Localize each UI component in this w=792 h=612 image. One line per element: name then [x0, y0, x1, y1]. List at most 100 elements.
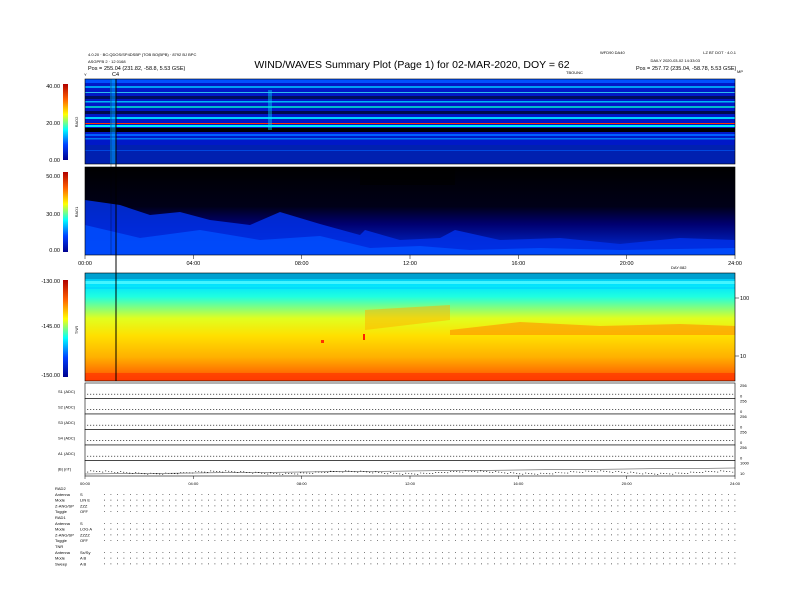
line-panel-right-tick-bottom: 10	[740, 471, 745, 476]
tnr-tick-top: -130.00	[41, 279, 60, 285]
lower-axis-tick-label: 16:00	[513, 481, 524, 486]
rad2-tick-bottom: 0.00	[49, 158, 60, 164]
line-panel-frame	[84, 444, 736, 461]
tnr-colorbar	[63, 280, 68, 377]
lower-axis-tick-label: 08:00	[297, 481, 308, 486]
footer-row-label: Antenna	[55, 521, 71, 526]
line-panel-frame	[84, 382, 736, 399]
upper-axis-tick-label: 20:00	[620, 261, 634, 267]
tnr-tick-mid: -145.00	[41, 324, 60, 330]
footer-row-value: OFF	[80, 538, 89, 543]
tbounc-label: TBOUNC	[566, 70, 583, 75]
line-panel-right-tick-top: 256	[740, 445, 747, 450]
rad1-colorbar	[63, 172, 68, 252]
rad1-tick-mid: 30.00	[46, 212, 60, 218]
rad1-label: RAD1	[74, 206, 79, 217]
footer-row-value: S	[80, 521, 83, 526]
line-panel-frame	[84, 460, 736, 477]
header-right-line1: LZ BT DOT · 4.0.1	[703, 50, 737, 55]
line-panel-label: A1 (ADC)	[58, 451, 76, 456]
rad2-tick-top: 40.00	[46, 84, 60, 90]
footer-row-value: A B	[80, 556, 87, 561]
summary-plot: WIND/WAVES Summary Plot (Page 1) for 02-…	[41, 50, 750, 566]
footer-section-title: RAD2	[55, 486, 66, 491]
line-panel: S1 (ADC)2560	[58, 382, 747, 399]
lower-time-axis: 00:00 04:00 08:00 12:00 16:00 20:00 24:00	[80, 476, 741, 486]
header-left-pos-label: Pos =	[88, 66, 102, 72]
marker-label: C4	[112, 72, 119, 78]
line-panel-frame	[84, 398, 736, 415]
footer-row-value: S	[80, 492, 83, 497]
upper-axis-tick-label: 00:00	[78, 261, 92, 267]
summary-plot-page: WIND/WAVES Summary Plot (Page 1) for 02-…	[0, 0, 792, 612]
rad2-colorbar	[63, 84, 68, 160]
line-panel: A1 (ADC)2560	[58, 444, 747, 461]
line-panel-label: S3 (ADC)	[58, 420, 76, 425]
line-panel-frame	[84, 429, 736, 446]
line-panel: |B| (nT) 1000 10	[58, 460, 750, 477]
rad2-tick-mid: 20.00	[46, 121, 60, 127]
footer-row-label: Z-ANG/SP	[55, 503, 74, 508]
line-panel-label: |B| (nT)	[58, 466, 72, 471]
tnr-panel: -130.00 -145.00 -150.00 TNR 100 10	[41, 272, 749, 382]
header-right-pos-value: 257.72 (235.04, -58.78, 5.53 GSE)	[652, 66, 737, 72]
tnr-label: TNR	[74, 326, 79, 334]
footer-row-label: Sweep	[55, 561, 68, 566]
footer-row-label: Z-ANG/SP	[55, 532, 74, 537]
day-note: DAY:082	[671, 265, 687, 270]
footer-row-label: Toggle	[55, 509, 68, 514]
rad2-panel: 40.00 20.00 0.00 RAD2	[46, 78, 736, 165]
footer-row-value: LOG A	[80, 527, 92, 532]
line-panel-right-tick-top: 256	[740, 399, 747, 404]
footer-row-label: Mode	[55, 556, 66, 561]
rad1-tick-top: 50.00	[46, 174, 60, 180]
footer-row-value: ZZZZ	[80, 532, 90, 537]
footer-row-value: LIN E	[80, 498, 90, 503]
lower-axis-tick-label: 20:00	[622, 481, 633, 486]
upper-time-axis: 00:00 04:00 08:00 12:00 16:00 20:00 24:00 DAY:…	[78, 255, 742, 270]
footer-table: RAD2Antenna SMode LIN EZ-ANG/SP ZZZToggle OF…	[55, 486, 736, 566]
lower-axis-tick-label: 12:00	[405, 481, 416, 486]
upper-axis-tick-label: 04:00	[186, 261, 200, 267]
line-panel: S2 (ADC)2560	[58, 398, 747, 415]
footer-row-value: OFF	[80, 509, 89, 514]
footer-row-label: Antenna	[55, 550, 71, 555]
upper-axis-tick-label: 12:00	[403, 261, 417, 267]
tnr-right-tick-100: 100	[740, 296, 749, 302]
footer-row-value: ZZZ	[80, 503, 88, 508]
corner-y-label: Y	[84, 72, 87, 77]
footer-row-label: Mode	[55, 498, 66, 503]
footer-row-value: A B	[80, 561, 87, 566]
tnr-tick-bottom: -150.00	[41, 373, 60, 379]
lower-axis-tick-label: 00:00	[80, 481, 91, 486]
header-right-line2: DAILY 2020-03-02 14:33:03	[651, 58, 701, 63]
line-panel-label: S4 (ADC)	[58, 435, 76, 440]
line-panel: S4 (ADC)2560	[58, 429, 747, 446]
footer-row-value: Sx/Sy	[80, 550, 90, 555]
corner-mp-label: MP	[737, 69, 743, 74]
line-panel-right-tick-top: 256	[740, 383, 747, 388]
rad2-label: RAD2	[74, 116, 79, 127]
line-panel-right-tick-top: 256	[740, 414, 747, 419]
rad1-tick-bottom: 0.00	[49, 248, 60, 254]
header-left-line1: 4.0.20 · BC:QDOS/SP4DSBP (TOB BO(BPB) · …	[88, 52, 196, 57]
upper-axis-tick-label: 24:00	[728, 261, 742, 267]
line-panels: S1 (ADC)2560S2 (ADC)2560S3 (ADC)2560S4 (…	[58, 382, 750, 477]
upper-axis-tick-label: 16:00	[511, 261, 525, 267]
footer-row-label: Antenna	[55, 492, 71, 497]
line-panel-right-tick-top: 1000	[740, 461, 750, 466]
header-center-small: WFD90 DA40	[600, 50, 625, 55]
upper-axis-tick-label: 08:00	[295, 261, 309, 267]
line-panel-label: S1 (ADC)	[58, 389, 76, 394]
lower-axis-tick-label: 24:00	[730, 481, 741, 486]
line-panel-frame	[84, 413, 736, 430]
line-panel: S3 (ADC)2560	[58, 413, 747, 430]
footer-section-title: TNR	[55, 544, 63, 549]
footer-section-title: RAD1	[55, 515, 66, 520]
header-right-pos-label: Pos =	[636, 66, 650, 72]
line-panel-label: S2 (ADC)	[58, 404, 76, 409]
header-left-line2: ASGPFB 2 · 12 0168	[88, 59, 126, 64]
line-panel-right-tick-top: 256	[740, 430, 747, 435]
footer-row-label: Toggle	[55, 538, 68, 543]
footer-row-label: Mode	[55, 527, 66, 532]
